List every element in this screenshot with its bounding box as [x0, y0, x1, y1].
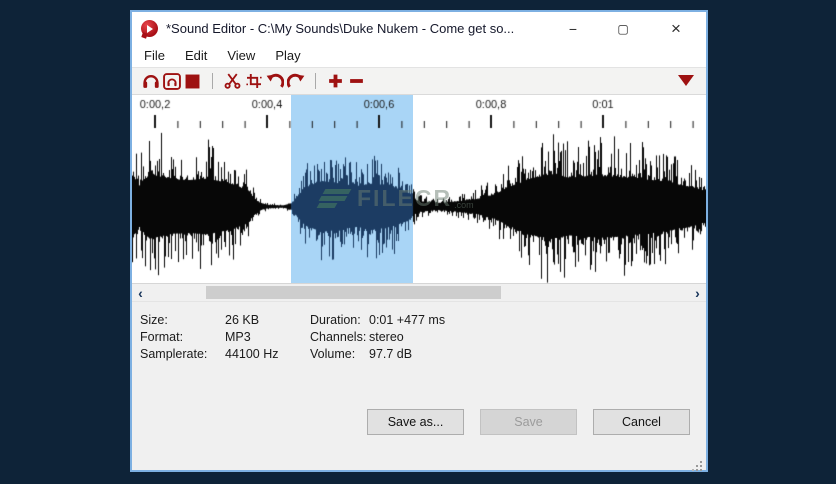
timeline-ruler: [132, 95, 706, 129]
menu-view[interactable]: View: [217, 45, 265, 67]
app-icon: [141, 20, 158, 37]
crop-icon[interactable]: [243, 71, 264, 92]
minimize-button[interactable]: −: [554, 12, 592, 45]
redo-icon[interactable]: [285, 71, 306, 92]
close-button[interactable]: ×: [657, 12, 695, 45]
watermark-suffix: .com: [454, 200, 474, 210]
watermark-text: FILECR: [357, 185, 452, 212]
title-bar: *Sound Editor - C:\My Sounds\Duke Nukem …: [132, 12, 706, 45]
menu-bar: File Edit View Play: [132, 45, 706, 68]
info-panel: Size: 26 KB Format: MP3 Samplerate: 4410…: [132, 301, 706, 470]
sound-editor-window: *Sound Editor - C:\My Sounds\Duke Nukem …: [130, 10, 708, 472]
size-label: Size:: [140, 313, 168, 327]
resize-grip[interactable]: [700, 465, 702, 467]
menu-file[interactable]: File: [134, 45, 175, 67]
scrollbar-thumb[interactable]: [206, 286, 501, 299]
menu-play[interactable]: Play: [265, 45, 310, 67]
toolbar-separator: [212, 73, 213, 89]
size-value: 26 KB: [225, 313, 259, 327]
filecr-watermark: FILECR .com: [318, 185, 474, 212]
channels-label: Channels:: [310, 330, 366, 344]
undo-icon[interactable]: [264, 71, 285, 92]
toolbar: [132, 68, 706, 95]
horizontal-scrollbar[interactable]: ‹ ›: [132, 284, 706, 301]
zoom-out-icon[interactable]: [346, 71, 367, 92]
scroll-right-arrow[interactable]: ›: [689, 284, 706, 301]
play-headphones-icon[interactable]: [140, 71, 161, 92]
save-button[interactable]: Save: [480, 409, 577, 435]
format-value: MP3: [225, 330, 251, 344]
ruler-canvas: [132, 95, 706, 129]
zoom-in-icon[interactable]: [325, 71, 346, 92]
page-background: { "window": { "title": "*Sound Editor - …: [0, 0, 836, 484]
channels-value: stereo: [369, 330, 404, 344]
save-as-button[interactable]: Save as...: [367, 409, 464, 435]
waveform-area[interactable]: FILECR .com: [132, 129, 706, 284]
stop-icon[interactable]: [182, 71, 203, 92]
play-selection-icon[interactable]: [161, 71, 182, 92]
cancel-button[interactable]: Cancel: [593, 409, 690, 435]
record-menu-triangle-icon[interactable]: [678, 75, 694, 86]
duration-label: Duration:: [310, 313, 361, 327]
filecr-logo-icon: [318, 187, 350, 210]
menu-edit[interactable]: Edit: [175, 45, 217, 67]
samplerate-label: Samplerate:: [140, 347, 207, 361]
toolbar-separator: [315, 73, 316, 89]
maximize-button[interactable]: ▢: [604, 12, 642, 45]
duration-value: 0:01 +477 ms: [369, 313, 445, 327]
volume-value: 97.7 dB: [369, 347, 412, 361]
samplerate-value: 44100 Hz: [225, 347, 279, 361]
format-label: Format:: [140, 330, 183, 344]
cut-icon[interactable]: [222, 71, 243, 92]
volume-label: Volume:: [310, 347, 355, 361]
scroll-left-arrow[interactable]: ‹: [132, 284, 149, 301]
window-title: *Sound Editor - C:\My Sounds\Duke Nukem …: [166, 21, 514, 36]
